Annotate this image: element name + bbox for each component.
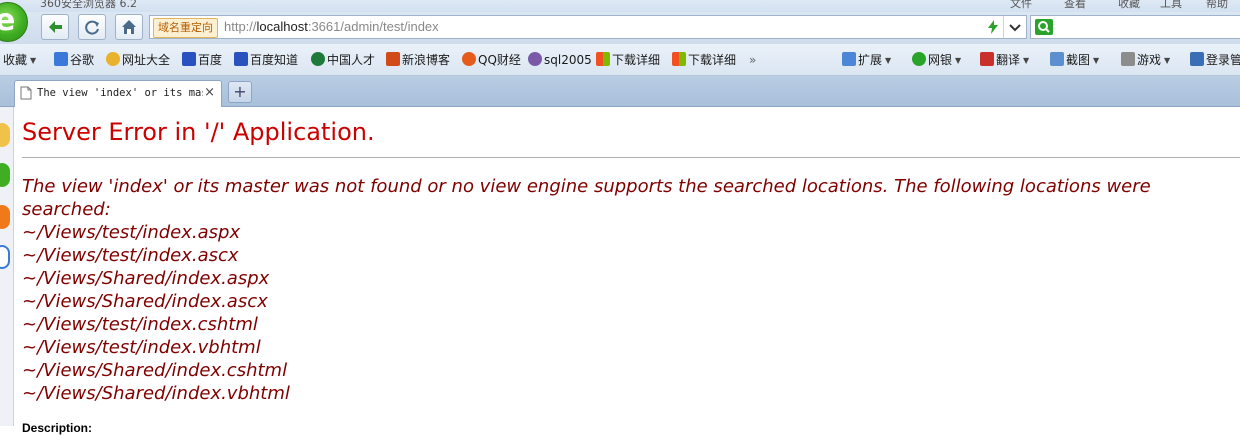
directory-icon [106,52,120,66]
searched-location: ~/Views/Shared/index.vbhtml [22,383,290,404]
searched-location: ~/Views/test/index.ascx [22,245,239,266]
translate-button[interactable]: 翻译 ▼ [980,52,1029,68]
home-icon [122,20,136,34]
shield-icon [912,52,926,66]
search-box[interactable] [1030,15,1240,39]
sina-blog-icon [386,52,400,66]
windows-logo-icon [596,52,610,66]
searched-location: ~/Views/test/index.aspx [22,222,241,243]
translate-icon [980,52,994,66]
baidu-paw-icon [234,52,248,66]
scissors-icon [1050,52,1064,66]
bookmark-baidu[interactable]: 百度 [182,52,222,68]
domain-redirect-badge[interactable]: 域名重定向 [153,18,218,38]
bookmark-qq-finance[interactable]: QQ财经 [462,52,521,68]
menu-file[interactable]: 文件 [1010,0,1032,11]
extensions-button[interactable]: 扩展 ▼ [842,52,891,68]
sidebar-favorites-icon[interactable] [0,123,10,147]
sidebar-blue-icon[interactable] [0,245,10,269]
bookmark-google[interactable]: 谷歌 [54,52,94,68]
searched-location: ~/Views/Shared/index.ascx [22,291,268,312]
page-icon [20,86,32,100]
games-button[interactable]: 游戏 ▼ [1121,52,1170,68]
gamepad-icon [1121,52,1135,66]
menu-tools[interactable]: 工具 [1160,0,1182,11]
bookmarks-overflow-button[interactable]: » [749,52,756,68]
login-manager-button[interactable]: 登录管 [1190,52,1240,68]
error-details: The view 'index' or its master was not f… [22,175,1232,405]
searched-location: ~/Views/test/index.vbhtml [22,337,261,358]
tab-title: The view 'index' or its master was not f… [37,87,203,99]
back-button[interactable] [41,14,69,40]
address-dropdown-button[interactable] [1003,16,1026,38]
back-arrow-icon [49,21,62,33]
new-tab-button[interactable]: + [228,81,252,103]
bookmark-baidu-zhidao[interactable]: 百度知道 [234,52,298,68]
screenshot-button[interactable]: 截图 ▼ [1050,52,1099,68]
bookmark-url-directory[interactable]: 网址大全 [106,52,170,68]
refresh-icon [85,20,99,35]
user-avatar-icon [528,52,542,66]
page-content: Server Error in '/' Application. The vie… [14,107,1240,435]
search-engine-icon[interactable] [1035,19,1053,35]
tab-close-button[interactable]: × [204,85,215,100]
favorites-menu[interactable]: 收藏 ▼ [3,52,36,68]
bookmark-sina-blog[interactable]: 新浪博客 [386,52,450,68]
bookmark-download-detail-2[interactable]: 下载详细 [672,52,736,68]
menu-view[interactable]: 查看 [1064,0,1086,11]
sidebar-green-icon[interactable] [0,163,10,187]
searched-location: ~/Views/Shared/index.cshtml [22,360,288,381]
bookmark-download-detail-1[interactable]: 下载详细 [596,52,660,68]
window-title: 360安全浏览器 6.2 [40,0,137,10]
online-banking-button[interactable]: 网银 ▼ [912,52,961,68]
bookmark-sql2005[interactable]: sql2005 [528,52,592,68]
searched-location: ~/Views/Shared/index.aspx [22,268,270,289]
bookmark-china-talent[interactable]: 中国人才 [311,52,375,68]
address-bar[interactable]: 域名重定向 http://localhost:3661/admin/test/i… [149,15,1027,39]
sidebar-orange-icon[interactable] [0,205,10,229]
menu-help[interactable]: 帮助 [1206,0,1228,11]
error-title: Server Error in '/' Application. [22,118,375,146]
chevron-down-icon [1009,24,1021,32]
navigation-bar: 域名重定向 http://localhost:3661/admin/test/i… [0,12,1240,44]
description-label: Description: [22,421,93,435]
error-message: The view 'index' or its master was not f… [22,176,1151,220]
divider [22,157,1240,158]
tab-active[interactable]: The view 'index' or its master was not f… [14,80,222,107]
menu-favorites[interactable]: 收藏 [1118,0,1140,11]
searched-location: ~/Views/test/index.cshtml [22,314,258,335]
talent-logo-icon [311,52,325,66]
url-text[interactable]: http://localhost:3661/admin/test/index [224,19,439,34]
windows-logo-icon [672,52,686,66]
qq-finance-icon [462,52,476,66]
baidu-paw-icon [182,52,196,66]
tab-bar: The view 'index' or its master was not f… [0,76,1240,107]
google-icon [54,52,68,66]
sidebar [0,107,14,426]
window-title-bar: 360安全浏览器 6.2 文件 查看 收藏 工具 帮助 [0,0,1240,12]
extensions-grid-icon [842,52,856,66]
bookmarks-bar: 收藏 ▼ 谷歌 网址大全 百度 百度知道 中国人才 新浪博客 QQ财经 sql20… [0,44,1240,76]
refresh-button[interactable] [78,14,106,40]
home-button[interactable] [115,14,143,40]
key-icon [1190,52,1204,66]
go-lightning-icon[interactable] [986,20,1000,34]
